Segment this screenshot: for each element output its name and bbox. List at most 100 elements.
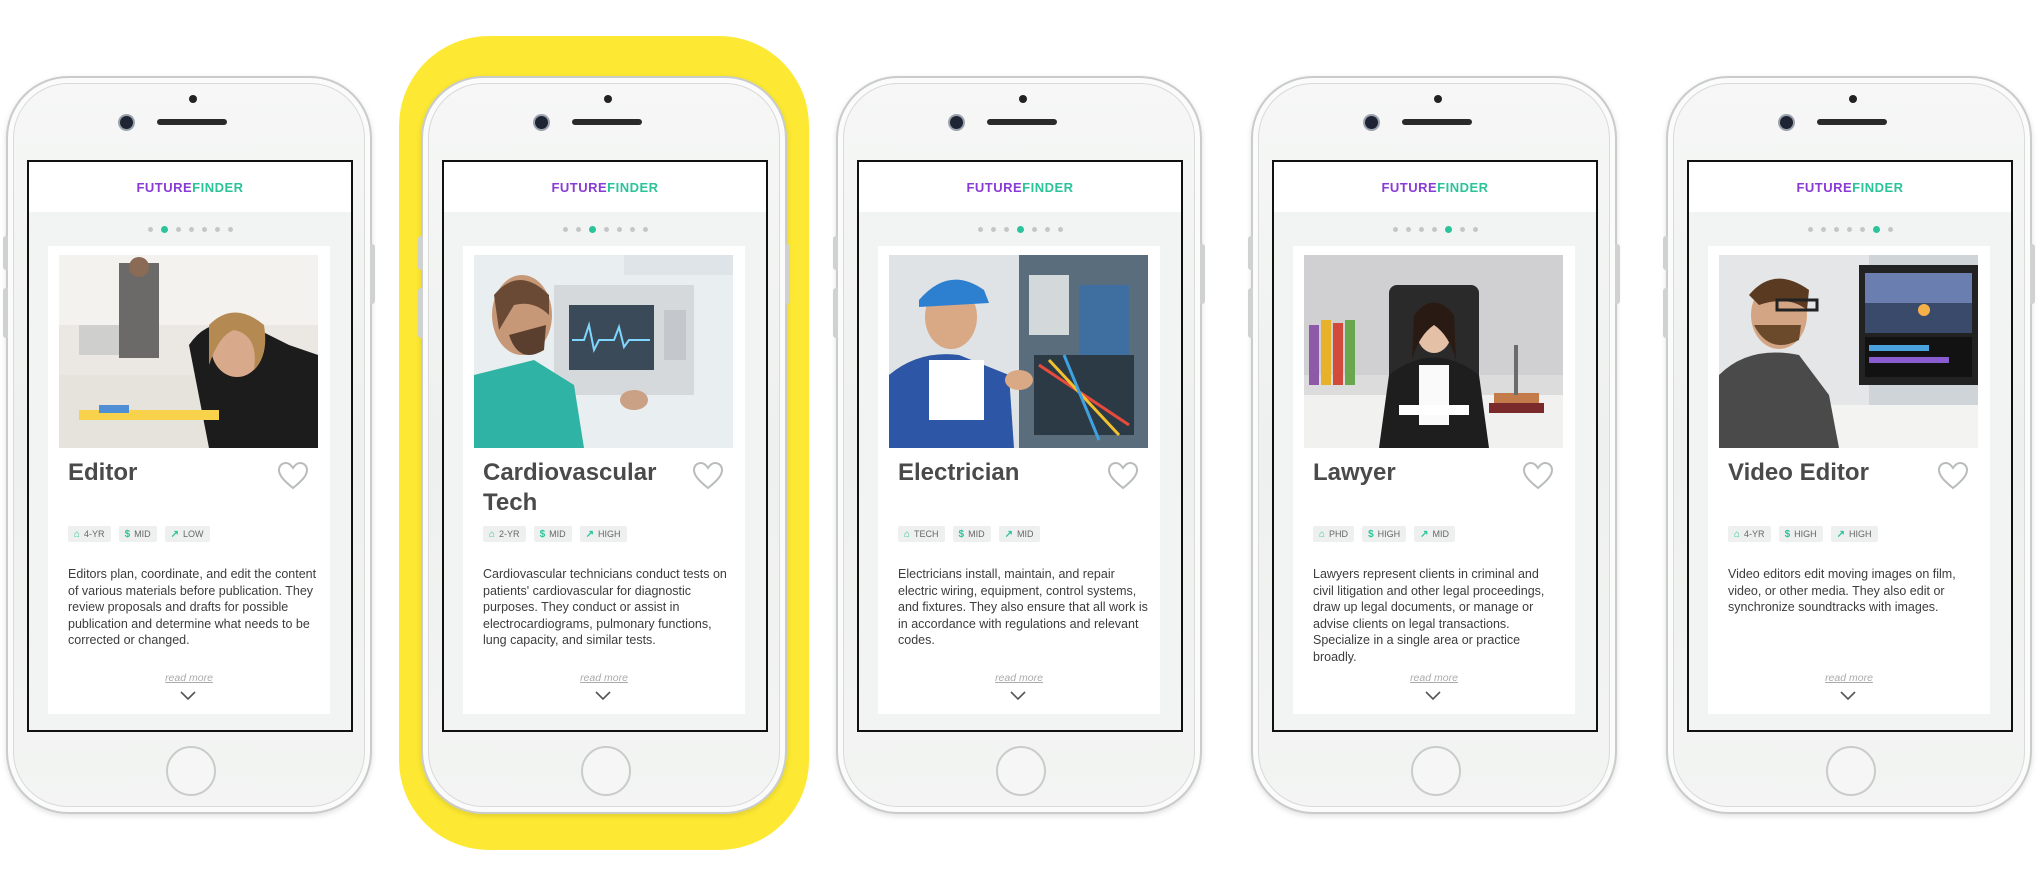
read-more-link[interactable]: read more bbox=[48, 672, 330, 684]
pagination-dot[interactable] bbox=[1418, 227, 1424, 232]
pagination-dot[interactable] bbox=[1392, 227, 1398, 232]
pagination-dot[interactable] bbox=[588, 226, 596, 233]
career-card[interactable]: Editor ⌂ 4-YR $ MID ↗ LOW Editors plan, … bbox=[48, 246, 330, 714]
trend-up-icon: ↗ bbox=[1004, 528, 1013, 540]
career-card[interactable]: Cardiovascular Tech ⌂ 2-YR $ MID ↗ HIGH … bbox=[463, 246, 745, 714]
tag-text: HIGH bbox=[1794, 529, 1817, 539]
home-button[interactable] bbox=[996, 746, 1046, 796]
education-tag: ⌂ TECH bbox=[898, 526, 945, 542]
pagination-dot[interactable] bbox=[642, 227, 648, 232]
pagination-dot[interactable] bbox=[1431, 227, 1437, 232]
pagination-dot[interactable] bbox=[1820, 227, 1826, 232]
career-card[interactable]: Lawyer ⌂ PHD $ HIGH ↗ MID Lawyers repres… bbox=[1293, 246, 1575, 714]
home-button[interactable] bbox=[1411, 746, 1461, 796]
pagination-dot[interactable] bbox=[562, 227, 568, 232]
pagination-dot[interactable] bbox=[1833, 227, 1839, 232]
pagination-dot[interactable] bbox=[977, 227, 983, 232]
pagination-dot[interactable] bbox=[214, 227, 220, 232]
pagination-dot[interactable] bbox=[147, 227, 153, 232]
pagination-dot[interactable] bbox=[1807, 227, 1813, 232]
read-more-link[interactable]: read more bbox=[878, 672, 1160, 684]
app-logo[interactable]: FUTUREFINDER bbox=[1381, 180, 1488, 195]
trend-up-icon: ↗ bbox=[1420, 528, 1429, 540]
pagination-dot[interactable] bbox=[1044, 227, 1050, 232]
home-button[interactable] bbox=[166, 746, 216, 796]
chevron-down-icon[interactable] bbox=[594, 689, 612, 701]
tag-text: MID bbox=[968, 529, 985, 539]
power-button bbox=[370, 244, 375, 304]
read-more-link[interactable]: read more bbox=[1708, 672, 1990, 684]
pagination-dot[interactable] bbox=[1003, 227, 1009, 232]
home-button[interactable] bbox=[581, 746, 631, 796]
career-title: Cardiovascular Tech bbox=[483, 459, 657, 516]
tag-text: HIGH bbox=[598, 529, 621, 539]
tag-text: MID bbox=[1432, 529, 1450, 539]
sensor-dot bbox=[604, 95, 612, 103]
pagination-dot[interactable] bbox=[1444, 226, 1452, 233]
career-tags: ⌂ TECH $ MID ↗ MID bbox=[898, 526, 1040, 542]
tag-text: HIGH bbox=[1377, 529, 1401, 539]
pagination-dot[interactable] bbox=[1859, 227, 1865, 232]
chevron-down-icon[interactable] bbox=[1424, 689, 1442, 701]
pagination-dots bbox=[1274, 226, 1596, 234]
pagination-dot[interactable] bbox=[227, 227, 233, 232]
tag-text: TECH bbox=[914, 529, 939, 539]
read-more-link[interactable]: read more bbox=[463, 672, 745, 684]
pagination-dot[interactable] bbox=[1887, 227, 1893, 232]
career-card[interactable]: Electrician ⌂ TECH $ MID ↗ MID Electrici… bbox=[878, 246, 1160, 714]
read-more-link[interactable]: read more bbox=[1293, 672, 1575, 684]
heart-icon[interactable] bbox=[1937, 461, 1969, 491]
chevron-down-icon[interactable] bbox=[1009, 689, 1027, 701]
phone-screen: FUTUREFINDER Video Editor ⌂ 4-YR $ HIGH … bbox=[1687, 160, 2013, 732]
pagination-dot[interactable] bbox=[1872, 226, 1880, 233]
pagination-dot[interactable] bbox=[201, 227, 207, 232]
career-card[interactable]: Video Editor ⌂ 4-YR $ HIGH ↗ HIGH Video … bbox=[1708, 246, 1990, 714]
pagination-dots bbox=[29, 226, 351, 234]
pagination-dot[interactable] bbox=[603, 227, 609, 232]
heart-icon[interactable] bbox=[692, 461, 724, 491]
dollar-icon: $ bbox=[124, 528, 131, 540]
pagination-dot[interactable] bbox=[1846, 227, 1852, 232]
career-photo bbox=[889, 255, 1148, 448]
earpiece-speaker bbox=[1402, 119, 1472, 125]
heart-icon[interactable] bbox=[1107, 461, 1139, 491]
app-header: FUTUREFINDER bbox=[1274, 162, 1596, 212]
sensor-dot bbox=[1019, 95, 1027, 103]
pagination-dot[interactable] bbox=[188, 227, 194, 232]
logo-part-future: FUTURE bbox=[136, 179, 193, 195]
dollar-icon: $ bbox=[539, 528, 546, 540]
pagination-dot[interactable] bbox=[575, 227, 581, 232]
app-logo[interactable]: FUTUREFINDER bbox=[551, 180, 658, 195]
tag-text: MID bbox=[549, 529, 566, 539]
career-tags: ⌂ 2-YR $ MID ↗ HIGH bbox=[483, 526, 627, 542]
pagination-dot[interactable] bbox=[1031, 227, 1037, 232]
home-button[interactable] bbox=[1826, 746, 1876, 796]
career-title: Video Editor bbox=[1728, 459, 1869, 486]
pagination-dot[interactable] bbox=[1016, 226, 1024, 233]
pagination-dot[interactable] bbox=[1472, 227, 1478, 232]
logo-part-future: FUTURE bbox=[966, 179, 1023, 195]
pagination-dot[interactable] bbox=[160, 226, 168, 233]
logo-part-finder: FINDER bbox=[607, 179, 659, 195]
app-logo[interactable]: FUTUREFINDER bbox=[966, 180, 1073, 195]
front-camera bbox=[1780, 116, 1793, 129]
pagination-dot[interactable] bbox=[990, 227, 996, 232]
chevron-down-icon[interactable] bbox=[1839, 689, 1857, 701]
heart-icon[interactable] bbox=[277, 461, 309, 491]
heart-icon[interactable] bbox=[1522, 461, 1554, 491]
pagination-dot[interactable] bbox=[175, 227, 181, 232]
pagination-dot[interactable] bbox=[1057, 227, 1063, 232]
pagination-dot[interactable] bbox=[1405, 227, 1411, 232]
pagination-dot[interactable] bbox=[616, 227, 622, 232]
app-logo[interactable]: FUTUREFINDER bbox=[1796, 180, 1903, 195]
salary-tag: $ HIGH bbox=[1778, 526, 1823, 542]
pagination-dot[interactable] bbox=[629, 227, 635, 232]
front-camera bbox=[120, 116, 133, 129]
chevron-down-icon[interactable] bbox=[179, 689, 197, 701]
pagination-dots bbox=[444, 226, 766, 234]
pagination-dot[interactable] bbox=[1459, 227, 1465, 232]
app-logo[interactable]: FUTUREFINDER bbox=[136, 180, 243, 195]
career-description: Video editors edit moving images on film… bbox=[1728, 567, 1956, 614]
education-tag: ⌂ 2-YR bbox=[483, 526, 526, 542]
trend-up-icon: ↗ bbox=[585, 528, 595, 540]
